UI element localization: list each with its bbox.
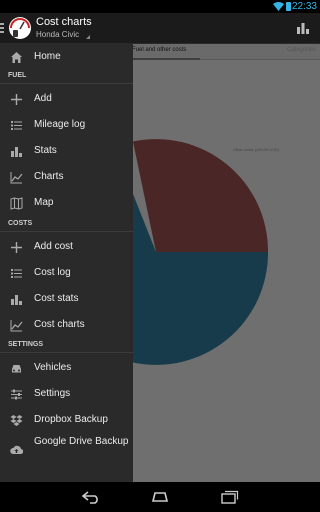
drawer-item-map[interactable]: Map (0, 190, 133, 216)
section-settings-label: SETTINGS (8, 341, 44, 348)
cloud-upload-icon (10, 445, 23, 455)
list-icon (11, 269, 22, 278)
drawer-item-cost-log[interactable]: Cost log (0, 260, 133, 286)
back-icon[interactable] (80, 490, 102, 504)
wifi-icon (273, 2, 284, 11)
drawer-item-label: Cost log (34, 267, 71, 278)
battery-icon (286, 2, 291, 11)
drawer-item-label: Settings (34, 388, 71, 399)
page-title: Cost charts (36, 16, 92, 28)
status-bar: 22:33 (0, 0, 320, 13)
drawer-item-label: Charts (34, 171, 64, 182)
drawer-item-label: Add (34, 93, 52, 104)
drawer-item-home[interactable]: Home (0, 44, 133, 70)
stats-icon[interactable] (296, 21, 310, 35)
drawer-item-label: Home (34, 51, 61, 62)
home-icon (11, 52, 22, 63)
bar-chart-icon (11, 147, 22, 157)
drawer-item-label: Map (34, 197, 54, 208)
bar-chart-icon (11, 295, 22, 305)
drawer-item-mileage-log[interactable]: Mileage log (0, 112, 133, 138)
pie-slice-other-costs (133, 139, 269, 252)
drawer-item-add[interactable]: Add (0, 86, 133, 112)
app-logo-icon[interactable] (8, 16, 32, 40)
drawer-indicator-icon[interactable] (0, 23, 4, 34)
drawer-item-google-drive-backup[interactable]: Google Drive Backup (0, 433, 133, 467)
drawer-item-stats[interactable]: Stats (0, 138, 133, 164)
car-icon (12, 365, 21, 373)
drawer-item-add-cost[interactable]: Add cost (0, 234, 133, 260)
drawer-item-label: Google Drive Backup (34, 436, 129, 447)
action-bar: Cost charts Honda Civic (0, 13, 320, 44)
drawer-item-settings[interactable]: Settings (0, 381, 133, 407)
dropbox-icon (10, 415, 23, 426)
drawer-item-label: Vehicles (34, 362, 72, 373)
drawer-item-label: Stats (34, 145, 57, 156)
vehicle-name: Honda Civic (36, 30, 80, 39)
line-chart-icon (10, 172, 23, 184)
map-icon (10, 197, 23, 210)
section-fuel-label: FUEL (8, 72, 27, 79)
clock: 22:33 (291, 1, 317, 12)
section-costs-label: COSTS (8, 220, 33, 227)
drawer-item-label: Cost stats (34, 293, 79, 304)
list-icon (11, 121, 22, 130)
drawer-item-charts[interactable]: Charts (0, 164, 133, 190)
spinner-caret-icon (86, 35, 90, 39)
drawer-item-cost-charts[interactable]: Cost charts (0, 312, 133, 338)
section-costs: COSTS (0, 218, 133, 232)
drawer-item-dropbox-backup[interactable]: Dropbox Backup (0, 407, 133, 433)
system-nav-bar (0, 482, 320, 512)
line-chart-icon (10, 320, 23, 332)
pie-legend-label: Other costs (100.00 USD) (233, 147, 280, 152)
navigation-drawer: Home FUEL Add Mileage log Stats Charts M… (0, 44, 133, 482)
section-settings: SETTINGS (0, 339, 133, 353)
plus-icon (11, 242, 22, 253)
plus-icon (11, 94, 22, 105)
home-button-icon[interactable] (149, 490, 171, 504)
drawer-item-label: Dropbox Backup (34, 414, 108, 425)
drawer-item-cost-stats[interactable]: Cost stats (0, 286, 133, 312)
drawer-item-vehicles[interactable]: Vehicles (0, 355, 133, 381)
drawer-item-label: Add cost (34, 241, 73, 252)
section-fuel: FUEL (0, 70, 133, 84)
sliders-icon (11, 389, 22, 400)
drawer-item-label: Mileage log (34, 119, 86, 130)
recent-apps-icon[interactable] (218, 490, 240, 504)
drawer-item-label: Cost charts (34, 319, 85, 330)
